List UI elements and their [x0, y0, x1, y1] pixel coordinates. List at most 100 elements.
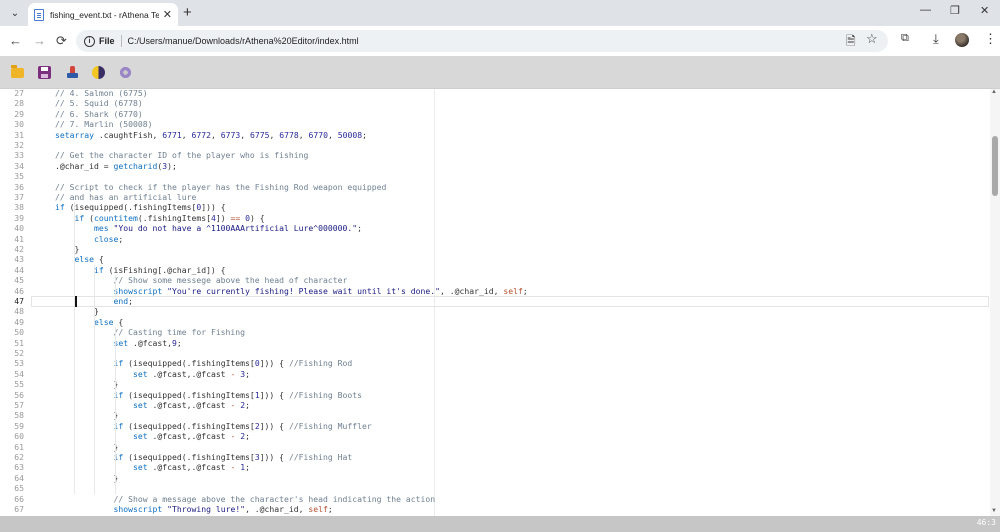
code-token: ])) {: [259, 389, 289, 400]
code-token: .@fcast,.@fcast: [147, 368, 231, 379]
tab-close-icon[interactable]: ✕: [163, 8, 172, 21]
code-token: (isequipped(.fishingItems[: [64, 202, 197, 213]
code-line[interactable]: 36 // Script to check if the player has t…: [0, 182, 990, 192]
reload-icon[interactable]: ⟳: [56, 33, 67, 49]
line-number: 65: [14, 483, 24, 494]
browser-tab-active[interactable]: fishing_event.txt - rAthena Text ✕: [28, 3, 178, 26]
download-icon[interactable]: ⤓: [933, 31, 939, 47]
code-line[interactable]: 34 .@char_id = getcharid(3);: [0, 161, 990, 171]
open-folder-icon[interactable]: [11, 65, 24, 78]
minimize-icon[interactable]: —: [920, 4, 931, 16]
code-line[interactable]: 60 set .@fcast,.@fcast - 2;: [0, 431, 990, 441]
code-line[interactable]: 57 set .@fcast,.@fcast - 2;: [0, 400, 990, 410]
code-line[interactable]: 39 if (countitem(.fishingItems[4]) == 0)…: [0, 213, 990, 223]
code-token: .@fcast,.@fcast: [147, 431, 231, 442]
back-arrow-icon[interactable]: ←: [9, 33, 22, 49]
code-token: ]): [215, 212, 231, 223]
code-line[interactable]: 61 }: [0, 442, 990, 452]
code-line[interactable]: 35: [0, 171, 990, 181]
profile-avatar[interactable]: [955, 33, 969, 47]
code-line[interactable]: 43 else {: [0, 254, 990, 264]
code-text: setarray .caughtFish, 6771, 6772, 6773, …: [55, 130, 367, 140]
code-line[interactable]: 48 }: [0, 306, 990, 316]
code-token: ])) {: [201, 202, 226, 213]
address-bar[interactable]: i File C:/Users/manue/Downloads/rAthena%…: [76, 30, 888, 52]
code-line[interactable]: 44 if (isFishing[.@char_id]) {: [0, 265, 990, 275]
code-editor[interactable]: 27 // 4. Salmon (6775) 28 // 5. Squid (6778…: [0, 89, 1000, 516]
code-line[interactable]: 38 if (isequipped(.fishingItems[0])) {: [0, 202, 990, 212]
forward-arrow-icon[interactable]: →: [33, 33, 46, 49]
code-line[interactable]: 49 else {: [0, 317, 990, 327]
upload-icon[interactable]: [66, 66, 79, 79]
editor-toolbar: [0, 56, 1000, 89]
code-line[interactable]: 33 // Get the character ID of the player …: [0, 150, 990, 160]
code-token: set: [132, 368, 148, 379]
restore-icon[interactable]: ❐: [950, 4, 960, 17]
code-line[interactable]: 41 close;: [0, 234, 990, 244]
code-token: .@char_id =: [55, 160, 114, 171]
code-line[interactable]: 29 // 6. Shark (6770): [0, 109, 990, 119]
code-line[interactable]: 56 if (isequipped(.fishingItems[1])) { /…: [0, 390, 990, 400]
code-token: set: [132, 431, 148, 442]
code-token: (isequipped(.fishingItems[: [123, 358, 255, 369]
code-line[interactable]: 64 }: [0, 473, 990, 483]
code-line[interactable]: 51 set .@fcast,9;: [0, 338, 990, 348]
code-line[interactable]: 59 if (isequipped(.fishingItems[2])) { /…: [0, 421, 990, 431]
document-icon: [34, 8, 44, 21]
code-line[interactable]: 42 }: [0, 244, 990, 254]
star-bookmark-icon[interactable]: ☆: [866, 31, 878, 47]
info-icon[interactable]: i: [84, 35, 95, 47]
settings-gear-icon[interactable]: [119, 66, 132, 79]
url-text[interactable]: C:/Users/manue/Downloads/rAthena%20Edito…: [128, 36, 359, 46]
code-line[interactable]: 53 if (isequipped(.fishingItems[0])) { /…: [0, 358, 990, 368]
editor-scrollbar-thumb[interactable]: [992, 136, 998, 196]
tab-search-chevron-down-icon[interactable]: ⌄: [6, 4, 24, 22]
code-text: // 5. Squid (6778): [55, 98, 143, 108]
line-number: 37: [14, 192, 24, 202]
code-line[interactable]: 32: [0, 140, 990, 150]
code-line[interactable]: 30 // 7. Marlin (50008): [0, 119, 990, 129]
code-text: if (isequipped(.fishingItems[0])) {: [55, 202, 226, 212]
code-line[interactable]: 54 set .@fcast,.@fcast - 3;: [0, 369, 990, 379]
code-line[interactable]: 66 // Show a message above the character…: [0, 494, 990, 504]
theme-toggle-icon[interactable]: [92, 66, 105, 79]
code-line[interactable]: 65: [0, 483, 990, 493]
window-close-icon[interactable]: ✕: [980, 4, 989, 17]
code-line[interactable]: 45 // Show some messege above the head o…: [0, 275, 990, 285]
code-token: 6778: [279, 129, 299, 140]
extensions-icon[interactable]: ⧉: [901, 32, 909, 45]
code-line[interactable]: 58 }: [0, 410, 990, 420]
more-menu-icon[interactable]: ⋮: [984, 31, 997, 47]
code-line[interactable]: 40 mes "You do not have a ^1100AAArtific…: [0, 223, 990, 233]
code-token: , .@char_id,: [439, 285, 504, 296]
code-token: }: [55, 472, 119, 483]
code-line[interactable]: 67 showscript "Throwing lure!", .@char_i…: [0, 504, 990, 514]
page-icon[interactable]: 🗎: [846, 32, 856, 53]
code-line[interactable]: 55 }: [0, 379, 990, 389]
code-line[interactable]: 28 // 5. Squid (6778): [0, 98, 990, 108]
scroll-up-arrow-icon[interactable]: ▲: [991, 89, 997, 95]
code-token: showscript: [113, 504, 163, 514]
code-line[interactable]: 31 setarray .caughtFish, 6771, 6772, 6773…: [0, 130, 990, 140]
indent-guide: [115, 327, 116, 494]
code-line[interactable]: 52: [0, 348, 990, 358]
code-line[interactable]: 37 // and has an artificial lure: [0, 192, 990, 202]
code-text: // Casting time for Fishing: [55, 327, 245, 337]
save-icon[interactable]: [38, 66, 51, 79]
code-line[interactable]: 62 if (isequipped(.fishingItems[3])) { /…: [0, 452, 990, 462]
code-token: 6773: [220, 129, 241, 140]
code-text: set .@fcast,.@fcast - 1;: [55, 462, 250, 472]
scroll-down-arrow-icon[interactable]: ▼: [991, 508, 997, 514]
code-token: if: [93, 264, 104, 275]
code-token: 6775: [249, 129, 270, 140]
code-line[interactable]: 63 set .@fcast,.@fcast - 1;: [0, 462, 990, 472]
new-tab-plus-icon[interactable]: +: [183, 4, 192, 22]
code-line[interactable]: 46 showscript "You're currently fishing!…: [0, 286, 990, 296]
code-line[interactable]: 47 end;: [0, 296, 990, 306]
code-token: else: [93, 316, 114, 327]
code-line[interactable]: 27 // 4. Salmon (6775): [0, 89, 990, 98]
code-line[interactable]: 50 // Casting time for Fishing: [0, 327, 990, 337]
